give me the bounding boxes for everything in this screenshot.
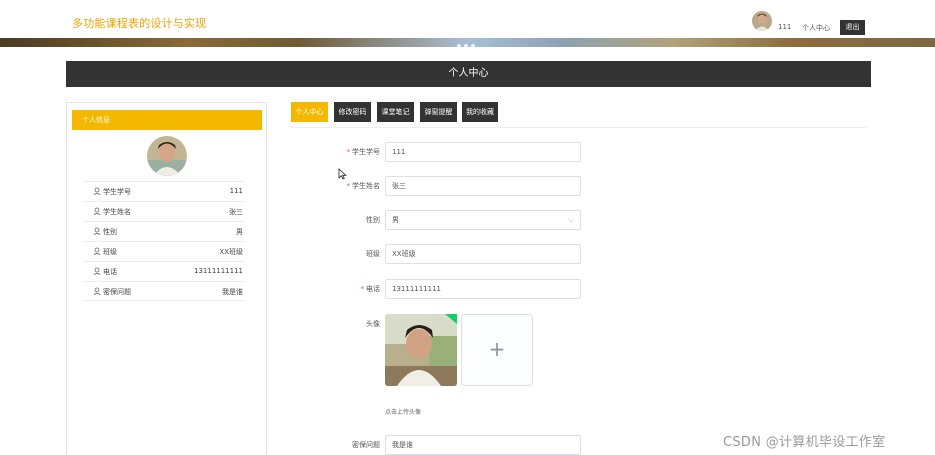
upload-tip: 点击上传头像 — [385, 409, 422, 416]
banner-dot[interactable] — [471, 44, 475, 48]
mouse-cursor-icon — [338, 168, 347, 180]
info-row-security-question: 密保问题 我是谁 — [83, 281, 245, 301]
tab-popup-reminder[interactable]: 弹窗提醒 — [420, 102, 457, 122]
tab-profile[interactable]: 个人中心 — [291, 102, 328, 122]
info-row-student-id: 学生学号 111 — [83, 181, 245, 201]
gender-select[interactable]: 男 ⌵ — [385, 210, 581, 230]
watermark: CSDN @计算机毕设工作室 — [723, 435, 886, 450]
user-icon — [93, 187, 101, 195]
info-row-gender: 性别 男 — [83, 221, 245, 241]
user-icon — [93, 207, 101, 215]
profile-avatar — [147, 136, 187, 176]
info-value: 男 — [236, 228, 243, 236]
info-label: 班级 — [103, 248, 117, 256]
tab-favorites[interactable]: 我的收藏 — [462, 102, 498, 122]
info-row-student-name: 学生姓名 张三 — [83, 201, 245, 221]
banner-dot[interactable] — [464, 44, 468, 48]
logout-button[interactable]: 退出 — [840, 20, 865, 35]
security-question-field[interactable]: 我是谁 — [385, 435, 581, 455]
tabs-divider — [291, 127, 867, 128]
phone-label: * 电话 — [360, 285, 381, 293]
phone-field[interactable]: 13111111111 — [385, 279, 581, 299]
tab-change-password[interactable]: 修改密码 — [334, 102, 371, 122]
info-label: 性别 — [103, 228, 117, 236]
student-name-field[interactable]: 张三 — [385, 176, 581, 196]
info-value: 张三 — [229, 208, 243, 216]
page-title: 个人中心 — [66, 61, 871, 87]
nav-profile-link[interactable]: 个人中心 — [802, 23, 830, 33]
info-label: 学生姓名 — [103, 208, 131, 216]
avatar-label: 头像 — [366, 320, 380, 328]
info-label: 密保问题 — [103, 288, 131, 296]
user-icon — [93, 247, 101, 255]
student-name-label: * 学生姓名 — [346, 182, 381, 190]
profile-sidebar: 个人信息 学生学号 111 学生姓名 张三 性别 男 班级 XX班级 电话 13… — [66, 102, 267, 455]
user-icon — [93, 227, 101, 235]
info-value: XX班级 — [219, 248, 243, 256]
info-row-class: 班级 XX班级 — [83, 241, 245, 261]
site-title[interactable]: 多功能课程表的设计与实现 — [72, 15, 206, 31]
upload-add-button[interactable]: + — [461, 314, 533, 386]
gender-value: 男 — [392, 216, 399, 224]
student-id-label: * 学生学号 — [346, 148, 381, 156]
personal-info-tab[interactable]: 个人信息 — [72, 110, 262, 130]
info-value: 111 — [229, 187, 243, 195]
profile-info-list: 学生学号 111 学生姓名 张三 性别 男 班级 XX班级 电话 1311111… — [83, 181, 245, 301]
user-icon — [93, 287, 101, 295]
user-icon — [93, 267, 101, 275]
info-label: 电话 — [103, 268, 117, 276]
info-label: 学生学号 — [103, 188, 131, 196]
uploaded-avatar-image[interactable] — [385, 314, 457, 386]
chevron-down-icon: ⌵ — [567, 215, 574, 224]
info-row-phone: 电话 13111111111 — [83, 261, 245, 281]
gender-label: 性别 — [366, 216, 380, 224]
username: 111 — [778, 23, 792, 31]
student-id-field[interactable]: 111 — [385, 142, 581, 162]
security-question-label: 密保问题 — [352, 441, 380, 449]
banner-indicators[interactable] — [457, 33, 478, 52]
info-value: 我是谁 — [222, 288, 243, 296]
user-avatar[interactable] — [752, 11, 772, 31]
tab-class-notes[interactable]: 课堂笔记 — [377, 102, 414, 122]
banner-dot[interactable] — [457, 44, 461, 48]
info-value: 13111111111 — [194, 267, 243, 275]
class-label: 班级 — [366, 250, 380, 258]
class-field[interactable]: XX班级 — [385, 244, 581, 264]
